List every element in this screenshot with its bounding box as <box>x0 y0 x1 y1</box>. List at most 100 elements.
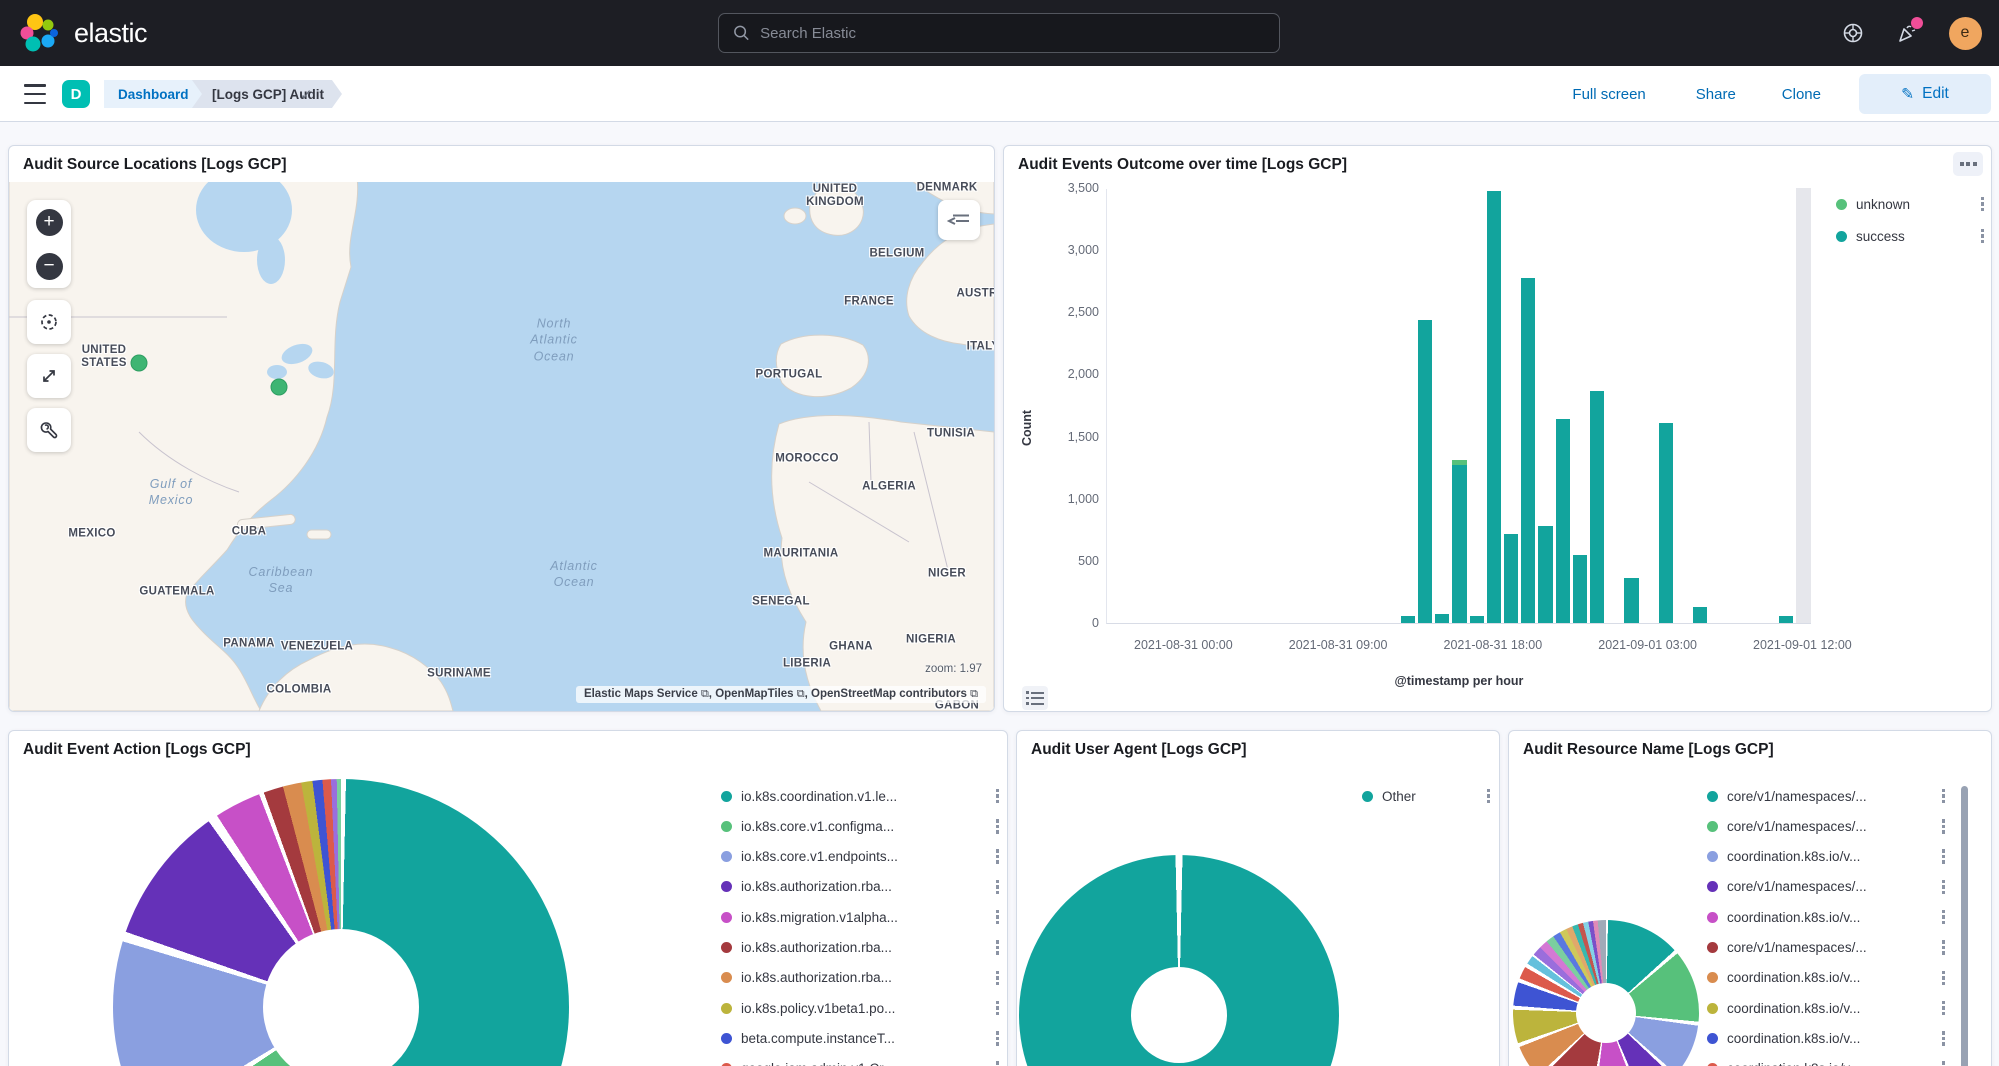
resource-name-donut-chart[interactable] <box>1513 920 1699 1066</box>
legend-item-menu-button[interactable] <box>1940 787 1948 806</box>
legend-item-menu-button[interactable] <box>994 817 1002 836</box>
bar-success[interactable] <box>1556 419 1570 623</box>
legend-scrollbar[interactable] <box>1961 786 1968 1066</box>
user-agent-donut-chart[interactable] <box>1019 855 1339 1066</box>
bar-success[interactable] <box>1401 616 1415 623</box>
legend-item[interactable]: coordination.k8s.io/v... <box>1707 847 1947 867</box>
legend-item-menu-button[interactable] <box>994 1059 1002 1066</box>
bar-success[interactable] <box>1521 278 1535 624</box>
panel-title: Audit Event Action [Logs GCP] <box>23 741 251 759</box>
legend-item-menu-button[interactable] <box>994 1029 1002 1048</box>
legend-item-menu-button[interactable] <box>994 938 1002 957</box>
legend-label: core/v1/namespaces/... <box>1727 819 1931 834</box>
legend-item[interactable]: io.k8s.migration.v1alpha... <box>721 907 1001 927</box>
legend-item[interactable]: io.k8s.authorization.rba... <box>721 968 1001 988</box>
legend-item[interactable]: io.k8s.authorization.rba... <box>721 877 1001 897</box>
zoom-out-button[interactable]: − <box>27 244 71 288</box>
map-data-point-marker[interactable] <box>131 355 148 372</box>
legend-item-menu-button[interactable] <box>1940 1059 1948 1066</box>
legend-item-menu-button[interactable] <box>994 878 1002 897</box>
legend-item-menu-button[interactable] <box>994 847 1002 866</box>
legend-item[interactable]: google.iam.admin.v1.Cr... <box>721 1059 1001 1066</box>
legend-item-menu-button[interactable] <box>994 999 1002 1018</box>
legend-item[interactable]: io.k8s.coordination.v1.le... <box>721 786 1001 806</box>
legend-item-menu-button[interactable] <box>1940 878 1948 897</box>
event-action-donut-chart[interactable] <box>113 779 569 1066</box>
user-menu-button[interactable]: e <box>1947 15 1983 51</box>
legend-color-dot <box>721 851 732 862</box>
help-button[interactable] <box>1835 15 1871 51</box>
breadcrumb-dashboard[interactable]: Dashboard <box>104 80 207 108</box>
clone-button[interactable]: Clone <box>1782 86 1821 103</box>
legend-item-menu-button[interactable] <box>1940 999 1948 1018</box>
edit-button[interactable]: ✎ Edit <box>1859 74 1991 114</box>
bar-success[interactable] <box>1538 526 1552 623</box>
map-attribution[interactable]: Elastic Maps Service ⧉, OpenMapTiles ⧉, … <box>576 686 986 703</box>
legend-item-menu-button[interactable] <box>1485 787 1493 806</box>
legend-item[interactable]: core/v1/namespaces/... <box>1707 816 1947 836</box>
bar-success[interactable] <box>1624 578 1638 623</box>
y-axis-tick-label: 1,000 <box>1004 492 1099 506</box>
share-button[interactable]: Share <box>1696 86 1736 103</box>
map-canvas[interactable]: UNITED STATESMEXICOCUBAGUATEMALAPANAMAVE… <box>9 182 994 711</box>
legend-item-menu-button[interactable] <box>1940 1029 1948 1048</box>
legend-item-menu-button[interactable] <box>1940 817 1948 836</box>
bar-success[interactable] <box>1573 555 1587 623</box>
bar-success[interactable] <box>1435 614 1449 623</box>
menu-toggle-button[interactable] <box>24 84 46 104</box>
legend-item[interactable]: unknown <box>1836 194 1986 214</box>
legend-item-menu-button[interactable] <box>1940 969 1948 988</box>
bar-unknown[interactable] <box>1452 460 1466 466</box>
bar-success[interactable] <box>1504 534 1518 623</box>
bar-success[interactable] <box>1590 391 1604 623</box>
newsfeed-button[interactable] <box>1889 15 1925 51</box>
collapse-legend-button[interactable] <box>938 200 980 240</box>
full-screen-button[interactable]: Full screen <box>1572 86 1645 103</box>
legend-item[interactable]: coordination.k8s.io/v... <box>1707 907 1947 927</box>
zoom-in-button[interactable]: + <box>27 200 71 244</box>
legend-color-dot <box>1707 1033 1718 1044</box>
bar-success[interactable] <box>1418 320 1432 623</box>
search-input[interactable] <box>760 25 1265 42</box>
map-landmass <box>9 182 994 711</box>
legend-item-menu-button[interactable] <box>1979 227 1987 246</box>
bar-success[interactable] <box>1693 607 1707 623</box>
set-view-button[interactable] <box>27 300 71 344</box>
legend-item[interactable]: core/v1/namespaces/... <box>1707 786 1947 806</box>
legend-item[interactable]: coordination.k8s.io/v... <box>1707 968 1947 988</box>
legend-item-menu-button[interactable] <box>1940 908 1948 927</box>
map-data-point-marker[interactable] <box>271 379 288 396</box>
elastic-logo-icon[interactable] <box>18 11 62 55</box>
legend-item[interactable]: io.k8s.policy.v1beta1.po... <box>721 998 1001 1018</box>
legend-item[interactable]: core/v1/namespaces/... <box>1707 938 1947 958</box>
legend-item[interactable]: coordination.k8s.io/v... <box>1707 1028 1947 1048</box>
legend-item-menu-button[interactable] <box>994 908 1002 927</box>
legend-item-menu-button[interactable] <box>1979 195 1987 214</box>
legend-toggle-button[interactable] <box>1022 686 1048 710</box>
bar-success[interactable] <box>1487 191 1501 624</box>
bar-success[interactable] <box>1779 616 1793 623</box>
legend-item[interactable]: io.k8s.core.v1.endpoints... <box>721 847 1001 867</box>
legend-item[interactable]: success <box>1836 226 1986 246</box>
fit-to-data-button[interactable] <box>27 354 71 398</box>
legend-item[interactable]: Other <box>1362 786 1492 806</box>
legend-item[interactable]: io.k8s.authorization.rba... <box>721 938 1001 958</box>
panel-options-button[interactable] <box>1953 152 1983 176</box>
legend-item-menu-button[interactable] <box>1940 847 1948 866</box>
bar-success[interactable] <box>1659 423 1673 623</box>
legend-item-menu-button[interactable] <box>1940 938 1948 957</box>
bar-success[interactable] <box>1470 616 1484 623</box>
legend-label: coordination.k8s.io/v... <box>1727 1031 1931 1046</box>
bar-success[interactable] <box>1452 465 1466 623</box>
legend-item[interactable]: io.k8s.core.v1.configma... <box>721 816 1001 836</box>
legend-item[interactable]: coordination.k8s.io/v... <box>1707 1059 1947 1066</box>
legend-item-menu-button[interactable] <box>994 969 1002 988</box>
space-avatar[interactable]: D <box>62 80 90 108</box>
legend-item[interactable]: coordination.k8s.io/v... <box>1707 998 1947 1018</box>
legend-item-menu-button[interactable] <box>994 787 1002 806</box>
legend-item[interactable]: core/v1/namespaces/... <box>1707 877 1947 897</box>
global-search[interactable] <box>718 13 1280 53</box>
map-zoom-control: + − <box>27 200 71 288</box>
map-tools-button[interactable] <box>27 408 71 452</box>
legend-item[interactable]: beta.compute.instanceT... <box>721 1028 1001 1048</box>
